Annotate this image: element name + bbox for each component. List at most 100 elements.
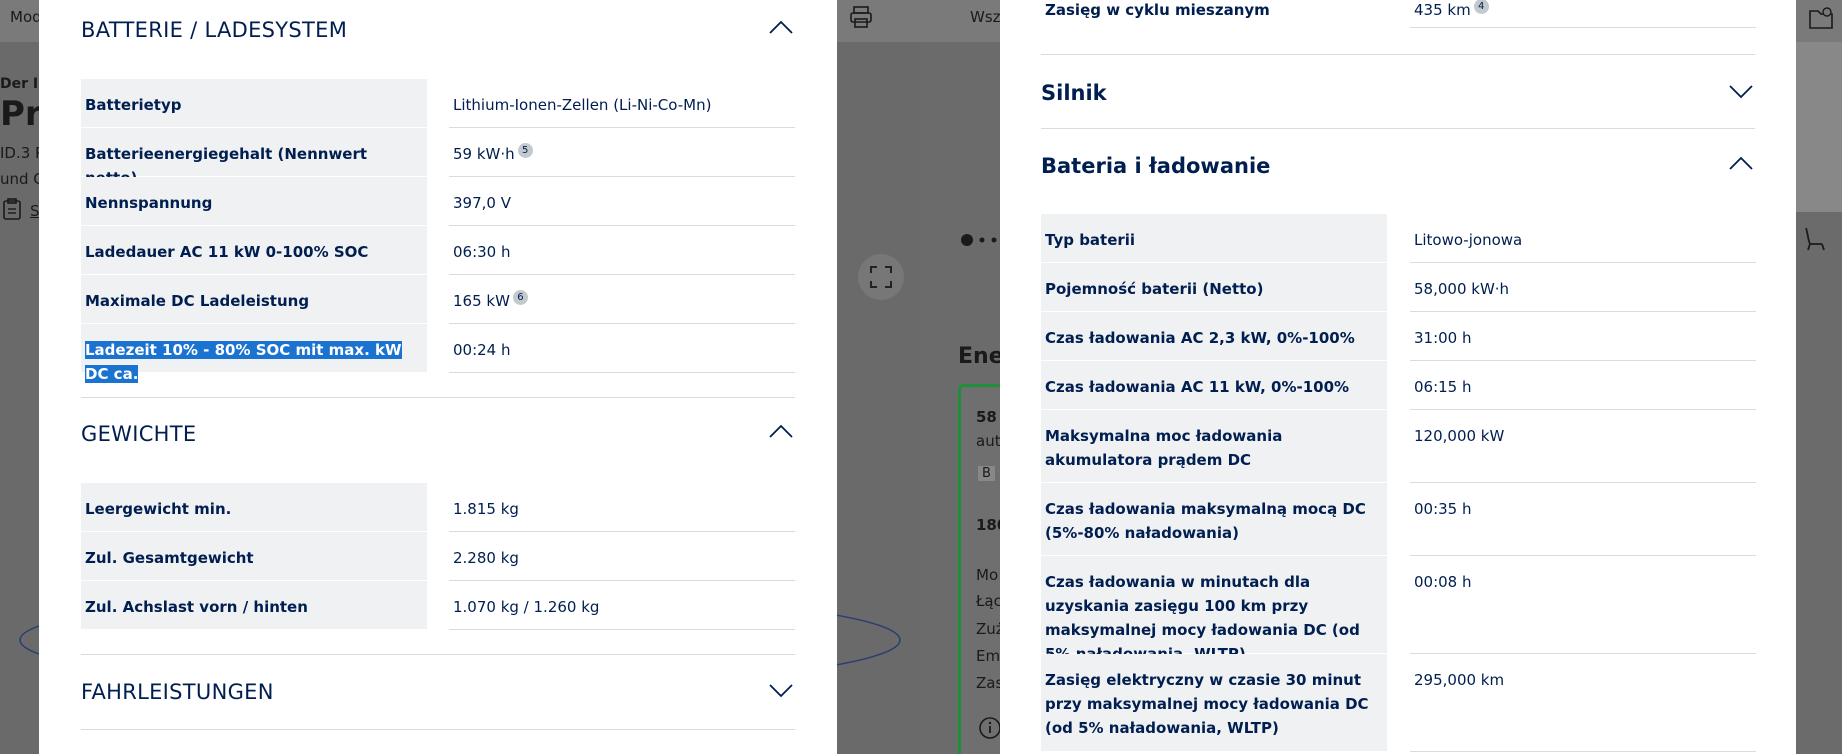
spec-label: Pojemność baterii (Netto) <box>1045 280 1264 298</box>
spec-value: 1.070 kg / 1.260 kg <box>453 598 600 616</box>
section-divider <box>81 729 795 730</box>
spec-value-cell: 2.280 kg <box>449 532 795 581</box>
spec-value-cell: 165 kW 6 <box>449 275 795 324</box>
spec-label-cell: Zasięg w cyklu mieszanym <box>1041 0 1387 28</box>
section-header-2[interactable]: FAHRLEISTUNGEN <box>81 676 795 708</box>
spec-value-cell: Lithium-Ionen-Zellen (Li-Ni-Co-Mn) <box>449 79 795 128</box>
spec-label-cell: Czas ładowania maksymalną mocą DC (5%-80… <box>1041 483 1387 556</box>
section-title: BATTERIE / LADESYSTEM <box>81 18 348 42</box>
spec-label-cell: Zasięg elektryczny w czasie 30 minut prz… <box>1041 654 1387 752</box>
spec-label: Czas ładowania AC 2,3 kW, 0%-100% <box>1045 329 1355 347</box>
spec-value-cell: 06:15 h <box>1410 361 1756 410</box>
footnote-badge[interactable]: 4 <box>1473 0 1489 14</box>
spec-value: 00:35 h <box>1414 500 1472 518</box>
section-header-1[interactable]: GEWICHTE <box>81 418 795 450</box>
spec-value: 165 kW <box>453 292 510 310</box>
energy-card-value: 58 <box>976 408 997 426</box>
left-page-nav-label[interactable]: Mod <box>10 8 42 26</box>
spec-label: Zasięg w cyklu mieszanym <box>1045 1 1270 19</box>
spec-value-cell: Litowo-jonowa <box>1410 214 1756 263</box>
footnote-badge[interactable]: 5 <box>517 143 533 158</box>
right-spec-modal: Zasięg w cyklu mieszanym 435 km 4 Silnik … <box>1000 0 1796 754</box>
seat-icon[interactable] <box>1800 224 1828 256</box>
left-page-desc-line2: und C <box>0 170 44 188</box>
spec-row: Czas ładowania maksymalną mocą DC (5%-80… <box>1041 483 1756 556</box>
spec-row: Leergewicht min. 1.815 kg <box>81 483 795 532</box>
spec-row: Nennspannung 397,0 V <box>81 177 795 226</box>
spec-value-cell: 59 kW·h 5 <box>449 128 795 177</box>
spec-value: Litowo-jonowa <box>1414 231 1523 249</box>
spec-value: 1.815 kg <box>453 500 519 518</box>
spec-value: 2.280 kg <box>453 549 519 567</box>
spec-label-cell: Ladezeit 10% - 80% SOC mit max. kW DC ca… <box>81 324 427 383</box>
section-header-0[interactable]: Silnik <box>1041 77 1755 109</box>
spec-label: Batterietyp <box>85 96 182 114</box>
printer-icon[interactable] <box>848 4 874 34</box>
spec-label-cell: Maximale DC Ladeleistung <box>81 275 427 324</box>
spec-value-cell: 06:30 h <box>449 226 795 275</box>
spec-row: Czas ładowania w minutach dla uzyskania … <box>1041 556 1756 663</box>
spec-label: Czas ładowania AC 11 kW, 0%-100% <box>1045 378 1350 396</box>
spec-value-cell: 31:00 h <box>1410 312 1756 361</box>
spec-label: Ladedauer AC 11 kW 0-100% SOC <box>85 243 369 261</box>
middle-page-nav-label[interactable]: Wsz <box>970 8 1001 26</box>
spec-row: Zasięg elektryczny w czasie 30 minut prz… <box>1041 654 1756 752</box>
footnote-badge[interactable]: 6 <box>512 290 528 305</box>
spec-value: 06:15 h <box>1414 378 1472 396</box>
spec-value-cell: 1.815 kg <box>449 483 795 532</box>
section-header-0[interactable]: BATTERIE / LADESYSTEM <box>81 14 795 46</box>
spec-row: Ladezeit 10% - 80% SOC mit max. kW DC ca… <box>81 324 795 383</box>
energy-card-tag: B <box>978 466 995 481</box>
spec-label: Zasięg elektryczny w czasie 30 minut prz… <box>1045 671 1369 737</box>
spec-row: Zul. Gesamtgewicht 2.280 kg <box>81 532 795 581</box>
spec-label-cell: Czas ładowania AC 2,3 kW, 0%-100% <box>1041 312 1387 361</box>
left-page-desc-line1: ID.3 P <box>0 144 45 162</box>
spec-label-cell: Zul. Gesamtgewicht <box>81 532 427 581</box>
spec-label-cell: Czas ładowania w minutach dla uzyskania … <box>1041 556 1387 663</box>
chevron-down-icon[interactable] <box>767 676 795 708</box>
spec-value: Lithium-Ionen-Zellen (Li-Ni-Co-Mn) <box>453 96 712 114</box>
section-divider <box>81 654 795 655</box>
section-title: GEWICHTE <box>81 422 197 446</box>
section-title: FAHRLEISTUNGEN <box>81 680 274 704</box>
spec-label: Ladezeit 10% - 80% SOC mit max. kW DC ca… <box>85 341 402 383</box>
section-divider <box>1041 54 1755 55</box>
section-header-1[interactable]: Bateria i ładowanie <box>1041 150 1755 182</box>
chevron-up-icon[interactable] <box>767 418 795 450</box>
clipboard-icon[interactable] <box>2 198 22 224</box>
spec-row: Czas ładowania AC 11 kW, 0%-100% 06:15 h <box>1041 361 1756 410</box>
spec-label-cell: Batterietyp <box>81 79 427 128</box>
energy-list-item-1: Łąc <box>976 592 1002 610</box>
spec-label: Leergewicht min. <box>85 500 232 518</box>
spec-label-cell: Zul. Achslast vorn / hinten <box>81 581 427 630</box>
spec-label-cell: Maksymalna moc ładowania akumulatora prą… <box>1041 410 1387 483</box>
spec-row: Batterietyp Lithium-Ionen-Zellen (Li-Ni-… <box>81 79 795 128</box>
energy-list-item-3: Em <box>976 647 1001 665</box>
spec-value-cell: 58,000 kW·h <box>1410 263 1756 312</box>
fullscreen-button[interactable] <box>858 254 904 300</box>
spec-value: 435 km <box>1414 1 1471 19</box>
info-icon[interactable] <box>978 716 1002 744</box>
section-divider <box>1041 128 1755 129</box>
spec-label: Nennspannung <box>85 194 213 212</box>
spec-label-cell: Typ baterii <box>1041 214 1387 263</box>
energy-list-item-0: Mo <box>976 566 999 584</box>
spec-row: Typ baterii Litowo-jonowa <box>1041 214 1756 263</box>
fullscreen-icon <box>870 266 892 288</box>
spec-label: Maximale DC Ladeleistung <box>85 292 310 310</box>
spec-label-cell: Pojemność baterii (Netto) <box>1041 263 1387 312</box>
spec-value: 31:00 h <box>1414 329 1472 347</box>
spec-value-cell: 435 km 4 <box>1410 0 1756 28</box>
left-spec-modal: BATTERIE / LADESYSTEM Batterietyp Lithiu… <box>39 0 837 754</box>
chevron-down-icon[interactable] <box>1727 77 1755 109</box>
section-title: Silnik <box>1041 81 1107 105</box>
spec-row: Maximale DC Ladeleistung 165 kW 6 <box>81 275 795 324</box>
carousel-dots[interactable] <box>960 232 1000 251</box>
spec-value-cell: 120,000 kW <box>1410 410 1756 483</box>
chevron-up-icon[interactable] <box>1727 150 1755 182</box>
energy-card-sub: aut <box>976 432 1001 450</box>
spec-row: Batterieenergiegehalt (Nennwert netto) 5… <box>81 128 795 187</box>
spec-row: Ladedauer AC 11 kW 0-100% SOC 06:30 h <box>81 226 795 275</box>
chevron-up-icon[interactable] <box>767 14 795 46</box>
saved-folder-icon[interactable] <box>1808 6 1834 34</box>
